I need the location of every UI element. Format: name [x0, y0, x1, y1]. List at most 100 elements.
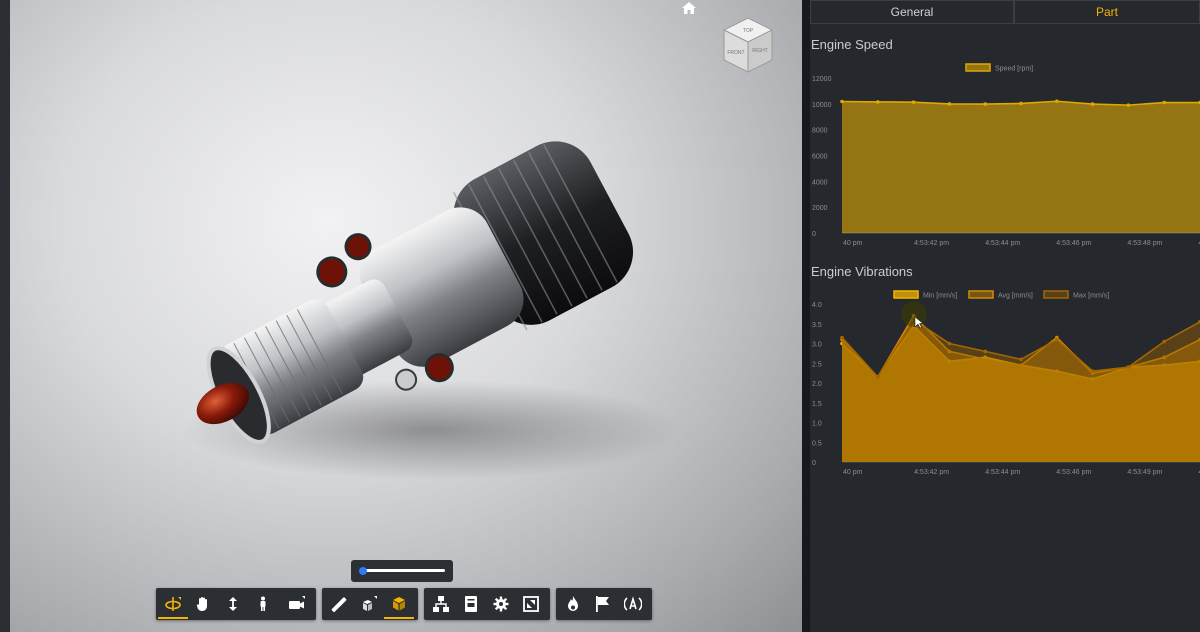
slider-thumb[interactable] — [359, 567, 367, 575]
data-point — [1019, 101, 1023, 106]
y-tick-label: 6000 — [812, 154, 828, 161]
y-tick-label: 1.0 — [812, 421, 822, 428]
viewcube[interactable]: TOP FRONT RIGHT — [720, 16, 776, 76]
x-tick-label: 4:53:42 pm — [914, 469, 949, 476]
y-tick-label: 3.0 — [812, 342, 822, 349]
engine-model[interactable] — [160, 130, 680, 490]
explode-button[interactable] — [354, 589, 384, 619]
x-tick-label: 4:53:46 pm — [1056, 469, 1091, 476]
data-point — [947, 341, 952, 346]
explode-icon — [363, 596, 377, 611]
data-point — [840, 335, 844, 340]
tab-part[interactable]: Part — [1014, 0, 1200, 24]
dolly-icon — [229, 597, 237, 611]
data-point — [1055, 337, 1059, 342]
camera-icon — [289, 596, 305, 609]
y-tick-label: 2.5 — [812, 361, 822, 368]
viewcube-right-label: RIGHT — [752, 48, 768, 54]
y-tick-label: 4000 — [812, 179, 828, 186]
y-tick-label: 0 — [812, 460, 816, 467]
hover-highlight — [901, 301, 927, 327]
legend-swatch — [968, 290, 994, 299]
legend-swatch — [965, 63, 991, 72]
series-area — [842, 319, 1200, 462]
settings-icon — [493, 596, 509, 612]
y-tick-label: 0 — [812, 231, 816, 238]
x-tick-label: 4:53:46 pm — [1056, 240, 1091, 247]
y-tick-label: 1.5 — [812, 401, 822, 408]
fullscreen-button[interactable] — [516, 589, 546, 619]
camera-button[interactable] — [282, 589, 312, 619]
legend-label: Max [mm/s] — [1073, 293, 1109, 300]
data-point — [1126, 103, 1131, 107]
data-point — [1055, 99, 1059, 104]
x-tick-label: 40 pm — [843, 240, 863, 247]
model-browser-icon — [393, 597, 405, 611]
broadcast-button[interactable] — [618, 589, 648, 619]
first-person-icon — [260, 596, 266, 611]
fullscreen-icon — [523, 596, 539, 612]
broadcast-icon — [624, 596, 642, 611]
tab-general[interactable]: General — [810, 0, 1014, 24]
left-edge-strip — [0, 0, 10, 632]
x-tick-label: 4:53:48 pm — [1127, 240, 1162, 247]
data-point — [1162, 339, 1166, 344]
orbit-icon — [165, 597, 181, 611]
analysis-tools-group — [322, 588, 418, 620]
legend-label: Speed [rpm] — [995, 66, 1033, 73]
orbit-button[interactable] — [158, 589, 188, 619]
model-browser-button[interactable] — [384, 589, 414, 619]
speed-chart-title: Engine Speed — [811, 37, 893, 52]
model-tools-group — [424, 588, 550, 620]
data-point — [876, 375, 880, 379]
data-point — [983, 102, 987, 106]
y-tick-label: 4.0 — [812, 302, 822, 309]
measure-icon — [331, 597, 347, 613]
flag-button[interactable] — [588, 589, 618, 619]
data-point — [1162, 100, 1166, 105]
explode-slider[interactable] — [351, 560, 453, 582]
fire-icon — [568, 596, 578, 611]
y-tick-label: 2000 — [812, 205, 828, 212]
panel-divider[interactable] — [802, 0, 810, 632]
y-tick-label: 0.5 — [812, 440, 822, 447]
data-point — [1090, 102, 1095, 106]
dolly-button[interactable] — [218, 589, 248, 619]
panel-tabs: General Part — [810, 0, 1200, 24]
x-tick-label: 4:53:44 pm — [985, 469, 1020, 476]
measure-button[interactable] — [324, 589, 354, 619]
x-tick-label: 4:53:42 pm — [914, 240, 949, 247]
properties-icon — [465, 596, 477, 612]
pan-button[interactable] — [188, 589, 218, 619]
legend-swatch — [893, 290, 919, 299]
series-area — [842, 101, 1200, 233]
x-tick-label: 4:53:49 pm — [1127, 469, 1162, 476]
vibrations-chart[interactable]: 0 0.5 1.0 1.5 2.0 2.5 3.0 3.5 4.0 Min [mm/s] Avg [… — [810, 286, 1200, 486]
y-tick-label: 8000 — [812, 128, 828, 135]
y-tick-label: 3.5 — [812, 322, 822, 329]
data-point — [1126, 365, 1131, 369]
y-tick-label: 10000 — [812, 102, 832, 109]
fire-button[interactable] — [558, 589, 588, 619]
properties-button[interactable] — [456, 589, 486, 619]
legend-label: Avg [mm/s] — [998, 293, 1033, 300]
structure-button[interactable] — [426, 589, 456, 619]
data-panel: General Part Engine Speed 0 2000 4000 6000 8… — [810, 0, 1200, 632]
3d-viewer[interactable]: TOP FRONT RIGHT — [10, 0, 802, 632]
settings-button[interactable] — [486, 589, 516, 619]
data-point — [983, 349, 987, 354]
viewcube-front-label: FRONT — [727, 50, 744, 56]
data-point — [947, 102, 952, 106]
data-point — [840, 99, 844, 104]
home-icon[interactable] — [682, 2, 696, 14]
speed-chart[interactable]: 0 2000 4000 6000 8000 10000 12000 Speed [rpm] 40… — [810, 58, 1200, 253]
vibrations-chart-title: Engine Vibrations — [811, 264, 913, 279]
x-tick-label: 4:53:44 pm — [985, 240, 1020, 247]
viewcube-top-label: TOP — [743, 28, 754, 34]
slider-track[interactable] — [363, 569, 445, 572]
first-person-button[interactable] — [248, 589, 278, 619]
data-point — [876, 100, 880, 104]
y-tick-label: 2.0 — [812, 381, 822, 388]
extension-tools-group — [556, 588, 652, 620]
x-tick-label: 40 pm — [843, 469, 863, 476]
